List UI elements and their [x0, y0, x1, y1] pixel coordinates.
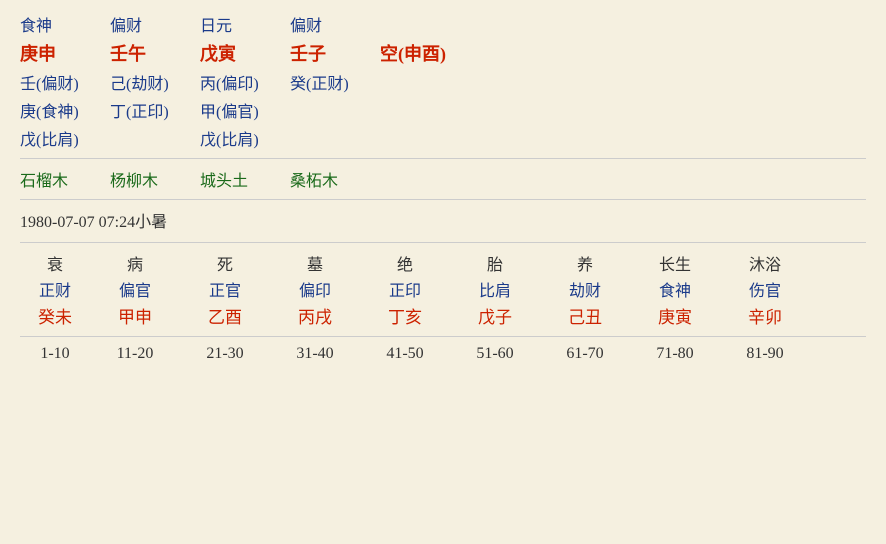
ds-ss-5: 比肩 [450, 277, 540, 301]
hs-1-2: 己(劫财) [110, 70, 200, 94]
date-row: 1980-07-07 07:24小暑 [20, 208, 866, 232]
hs-2-2: 丁(正印) [110, 98, 200, 122]
dasun-label-0: 衰 [20, 251, 90, 275]
ds-ss-0: 正财 [20, 277, 90, 301]
dasun-ganzhi-row: 癸未 甲申 乙酉 丙戌 丁亥 戊子 己丑 庚寅 辛卯 [20, 303, 866, 328]
ganzhi-note: 空(申酉) [380, 40, 446, 66]
ds-range-5: 51-60 [450, 345, 540, 363]
dasun-labels-row: 衰 病 死 墓 绝 胎 养 长生 沐浴 [20, 251, 866, 275]
ds-gz-2: 乙酉 [180, 303, 270, 328]
date-text: 1980-07-07 07:24小暑 [20, 214, 167, 231]
shishen-4: 偏财 [290, 12, 380, 36]
ganzhi-3: 戊寅 [200, 40, 290, 66]
dasun-label-1: 病 [90, 251, 180, 275]
hidden-stems-row3: 戊(比肩) 戊(比肩) [20, 126, 866, 150]
nayin-row: 石榴木 杨柳木 城头土 桑柘木 [20, 167, 866, 191]
ds-gz-3: 丙戌 [270, 303, 360, 328]
hs-1-3: 丙(偏印) [200, 70, 290, 94]
ds-range-6: 61-70 [540, 345, 630, 363]
dasun-label-3: 墓 [270, 251, 360, 275]
shishen-row: 食神 偏财 日元 偏财 [20, 12, 866, 36]
dasun-label-8: 沐浴 [720, 251, 810, 275]
hs-3-1: 戊(比肩) [20, 126, 110, 150]
ds-gz-1: 甲申 [90, 303, 180, 328]
dasun-label-2: 死 [180, 251, 270, 275]
ds-range-2: 21-30 [180, 345, 270, 363]
divider-4 [20, 336, 866, 337]
ganzhi-1: 庚申 [20, 40, 110, 66]
shishen-3: 日元 [200, 12, 290, 36]
dasun-shishen-row: 正财 偏官 正官 偏印 正印 比肩 劫财 食神 伤官 [20, 277, 866, 301]
ds-gz-8: 辛卯 [720, 303, 810, 328]
ds-gz-7: 庚寅 [630, 303, 720, 328]
hidden-stems-row1: 壬(偏财) 己(劫财) 丙(偏印) 癸(正财) [20, 70, 866, 94]
dasun-label-4: 绝 [360, 251, 450, 275]
hs-3-3: 戊(比肩) [200, 126, 290, 150]
ds-range-4: 41-50 [360, 345, 450, 363]
shishen-1: 食神 [20, 12, 110, 36]
ds-ss-4: 正印 [360, 277, 450, 301]
ganzhi-2: 壬午 [110, 40, 200, 66]
nayin-4: 桑柘木 [290, 167, 380, 191]
ganzhi-4: 壬子 [290, 40, 380, 66]
ds-ss-2: 正官 [180, 277, 270, 301]
nayin-1: 石榴木 [20, 167, 110, 191]
ds-range-3: 31-40 [270, 345, 360, 363]
hs-1-4: 癸(正财) [290, 70, 380, 94]
ganzhi-row: 庚申 壬午 戊寅 壬子 空(申酉) [20, 40, 866, 66]
ds-ss-1: 偏官 [90, 277, 180, 301]
hs-1-1: 壬(偏财) [20, 70, 110, 94]
ds-ss-8: 伤官 [720, 277, 810, 301]
ds-range-0: 1-10 [20, 345, 90, 363]
ds-ss-6: 劫财 [540, 277, 630, 301]
hs-2-3: 甲(偏官) [200, 98, 290, 122]
divider-1 [20, 158, 866, 159]
ds-gz-4: 丁亥 [360, 303, 450, 328]
dasun-label-7: 长生 [630, 251, 720, 275]
dasun-ranges-row: 1-10 11-20 21-30 31-40 41-50 51-60 61-70… [20, 345, 866, 363]
shishen-2: 偏财 [110, 12, 200, 36]
ds-gz-6: 己丑 [540, 303, 630, 328]
hidden-stems-row2: 庚(食神) 丁(正印) 甲(偏官) [20, 98, 866, 122]
ds-range-7: 71-80 [630, 345, 720, 363]
ds-gz-0: 癸未 [20, 303, 90, 328]
nayin-3: 城头土 [200, 167, 290, 191]
divider-3 [20, 242, 866, 243]
hs-2-1: 庚(食神) [20, 98, 110, 122]
dasun-label-6: 养 [540, 251, 630, 275]
dasun-section: 衰 病 死 墓 绝 胎 养 长生 沐浴 正财 偏官 正官 偏印 正印 比肩 劫财… [20, 251, 866, 363]
divider-2 [20, 199, 866, 200]
ds-ss-7: 食神 [630, 277, 720, 301]
ds-range-8: 81-90 [720, 345, 810, 363]
dasun-label-5: 胎 [450, 251, 540, 275]
ds-ss-3: 偏印 [270, 277, 360, 301]
ds-range-1: 11-20 [90, 345, 180, 363]
nayin-2: 杨柳木 [110, 167, 200, 191]
ds-gz-5: 戊子 [450, 303, 540, 328]
